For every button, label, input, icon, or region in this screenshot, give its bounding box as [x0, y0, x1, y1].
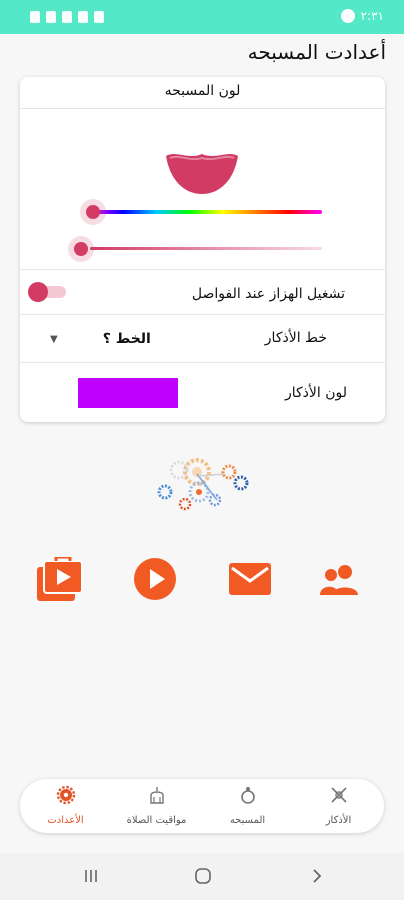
- mosque-icon: [149, 787, 164, 804]
- nav-label: الأذكار: [325, 815, 352, 826]
- azkar-icon: [330, 787, 347, 803]
- system-navigation-bar: [0, 853, 404, 900]
- settings-card: لون المسبحه تشغيل الهزاز عند الفواصل خط …: [20, 77, 385, 422]
- contact-mail-button[interactable]: [226, 555, 274, 603]
- divider: [20, 362, 385, 363]
- status-time: ٢:٣١: [360, 9, 384, 23]
- nav-item-azkar[interactable]: الأذكار: [293, 785, 384, 829]
- notification-icon: [30, 11, 40, 23]
- divider: [20, 269, 385, 270]
- nav-item-settings[interactable]: الأعدادت: [20, 785, 111, 829]
- status-bar: ٢:٣١: [0, 0, 404, 34]
- azkar-font-dropdown[interactable]: ▼ الخط ؟: [50, 327, 170, 351]
- app-store-icon: [37, 557, 83, 601]
- nav-item-tasbeeh[interactable]: المسبحه: [202, 785, 293, 829]
- tasbeeh-icon: [240, 787, 255, 804]
- bead-preview: [166, 154, 238, 194]
- divider: [20, 108, 385, 109]
- wifi-icon: [78, 11, 88, 23]
- shade-slider-thumb[interactable]: [74, 242, 88, 256]
- recent-apps-icon[interactable]: [82, 867, 100, 885]
- status-icons: [30, 11, 104, 23]
- page-title: أعدادت المسبحه: [247, 40, 386, 64]
- tasbeeh-color-title: لون المسبحه: [164, 83, 241, 99]
- share-people-button[interactable]: [316, 555, 364, 603]
- shade-slider[interactable]: [90, 247, 322, 250]
- divider: [20, 314, 385, 315]
- hue-slider[interactable]: [90, 210, 322, 214]
- bottom-navigation: الأذكار المسبحه مواقيت الصلاة الأعدادت: [20, 779, 384, 833]
- settings-gear-icon: [56, 785, 75, 805]
- azkar-color-swatch[interactable]: [78, 378, 178, 408]
- play-button[interactable]: [131, 555, 179, 603]
- nav-label: المسبحه: [229, 815, 266, 826]
- signal-icon: [46, 11, 56, 23]
- home-icon[interactable]: [194, 867, 212, 885]
- azkar-color-label: لون الأذكار: [284, 385, 347, 401]
- vibration-label: تشغيل الهزاز عند الفواصل: [191, 286, 345, 302]
- nav-label: مواقيت الصلاة: [126, 815, 187, 826]
- vibration-toggle[interactable]: [28, 282, 66, 302]
- play-icon: [134, 558, 176, 600]
- nav-label: الأعدادت: [47, 815, 84, 826]
- gears-illustration: [157, 458, 249, 511]
- mail-icon: [229, 563, 271, 595]
- font-selected-value: الخط ؟: [102, 331, 151, 347]
- battery-icon: [94, 11, 104, 23]
- people-icon: [320, 565, 358, 595]
- dropdown-arrow-icon: ▼: [50, 333, 58, 345]
- nav-item-prayer-times[interactable]: مواقيت الصلاة: [111, 785, 202, 829]
- azkar-font-label: خط الأذكار: [264, 330, 327, 346]
- back-icon[interactable]: [308, 867, 326, 885]
- action-buttons-row: [20, 555, 385, 603]
- hue-slider-thumb[interactable]: [86, 205, 100, 219]
- signal-icon: [62, 11, 72, 23]
- more-apps-button[interactable]: [36, 555, 84, 603]
- call-icon: [340, 9, 355, 23]
